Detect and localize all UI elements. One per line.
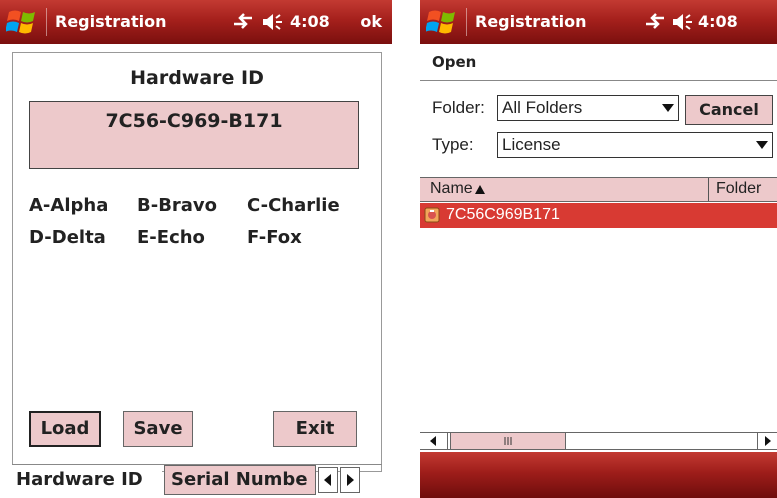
phonetic-label: D-Delta bbox=[29, 227, 106, 248]
column-header-folder[interactable]: Folder bbox=[716, 180, 761, 198]
connectivity-icon[interactable] bbox=[232, 11, 254, 31]
divider bbox=[420, 80, 777, 81]
column-header-name[interactable]: Name bbox=[430, 180, 473, 198]
cancel-button[interactable]: Cancel bbox=[685, 95, 773, 125]
volume-icon[interactable] bbox=[262, 12, 284, 32]
phonetic-label: E-Echo bbox=[137, 227, 205, 248]
registration-screen-hardware-id: Registration 4:08 ok Hardware ID 7C56-C9… bbox=[0, 0, 392, 498]
windows-start-icon[interactable] bbox=[426, 6, 462, 38]
scroll-right-icon bbox=[765, 436, 771, 446]
app-title: Registration bbox=[55, 12, 167, 31]
scroll-right-button[interactable] bbox=[757, 433, 777, 449]
title-separator bbox=[46, 8, 47, 36]
connectivity-icon[interactable] bbox=[644, 11, 666, 31]
hardware-id-heading: Hardware ID bbox=[130, 67, 264, 89]
windows-start-icon[interactable] bbox=[6, 6, 42, 38]
folder-label: Folder: bbox=[432, 98, 485, 117]
tab-hardware-id[interactable]: Hardware ID bbox=[12, 465, 162, 495]
phonetic-label: B-Bravo bbox=[137, 195, 218, 216]
clock[interactable]: 4:08 bbox=[698, 12, 738, 31]
horizontal-scrollbar[interactable] bbox=[420, 432, 777, 450]
hardware-id-panel: Hardware ID 7C56-C969-B171 A-Alpha B-Bra… bbox=[12, 52, 382, 472]
scroll-right-icon bbox=[347, 474, 354, 486]
folder-select-value: All Folders bbox=[502, 98, 583, 117]
chevron-down-icon bbox=[662, 104, 674, 112]
file-name: 7C56C969B171 bbox=[446, 206, 560, 223]
scroll-left-icon bbox=[324, 474, 331, 486]
sort-ascending-icon bbox=[475, 185, 485, 194]
scroll-left-icon bbox=[430, 436, 436, 446]
hardware-id-display: 7C56-C969-B171 bbox=[29, 101, 359, 169]
title-bar: Registration 4:08 bbox=[420, 0, 777, 44]
type-select[interactable]: License bbox=[497, 132, 773, 158]
tab-scroll-left-button[interactable] bbox=[318, 467, 338, 493]
dialog-title: Open bbox=[432, 53, 477, 71]
scrollbar-thumb[interactable] bbox=[450, 433, 566, 449]
phonetic-label: F-Fox bbox=[247, 227, 302, 248]
phonetic-label: C-Charlie bbox=[247, 195, 340, 216]
grip-icon bbox=[504, 437, 512, 445]
load-button[interactable]: Load bbox=[29, 411, 101, 447]
scroll-left-button[interactable] bbox=[420, 433, 448, 449]
ok-button[interactable]: ok bbox=[360, 12, 382, 31]
type-label: Type: bbox=[432, 135, 474, 154]
title-separator bbox=[466, 8, 467, 36]
chevron-down-icon bbox=[756, 141, 768, 149]
title-bar: Registration 4:08 ok bbox=[0, 0, 392, 44]
tab-scroll-right-button[interactable] bbox=[340, 467, 360, 493]
license-file-icon bbox=[424, 207, 440, 223]
file-list-item[interactable]: 7C56C969B171 bbox=[420, 203, 777, 228]
clock[interactable]: 4:08 bbox=[290, 12, 330, 31]
tab-bar: Hardware ID Serial Numbe bbox=[12, 464, 382, 496]
column-separator[interactable] bbox=[708, 178, 709, 201]
open-file-dialog: Registration 4:08 Open Folder: All Folde… bbox=[420, 0, 777, 498]
volume-icon[interactable] bbox=[672, 12, 694, 32]
type-select-value: License bbox=[502, 135, 561, 154]
tab-serial-number[interactable]: Serial Numbe bbox=[164, 465, 316, 495]
file-list-header: Name Folder bbox=[420, 177, 777, 202]
app-title: Registration bbox=[475, 12, 587, 31]
exit-button[interactable]: Exit bbox=[273, 411, 357, 447]
phonetic-label: A-Alpha bbox=[29, 195, 109, 216]
folder-select[interactable]: All Folders bbox=[497, 95, 679, 121]
hardware-id-value: 7C56-C969-B171 bbox=[105, 110, 283, 132]
soft-key-bar bbox=[420, 452, 777, 498]
save-button[interactable]: Save bbox=[123, 411, 193, 447]
